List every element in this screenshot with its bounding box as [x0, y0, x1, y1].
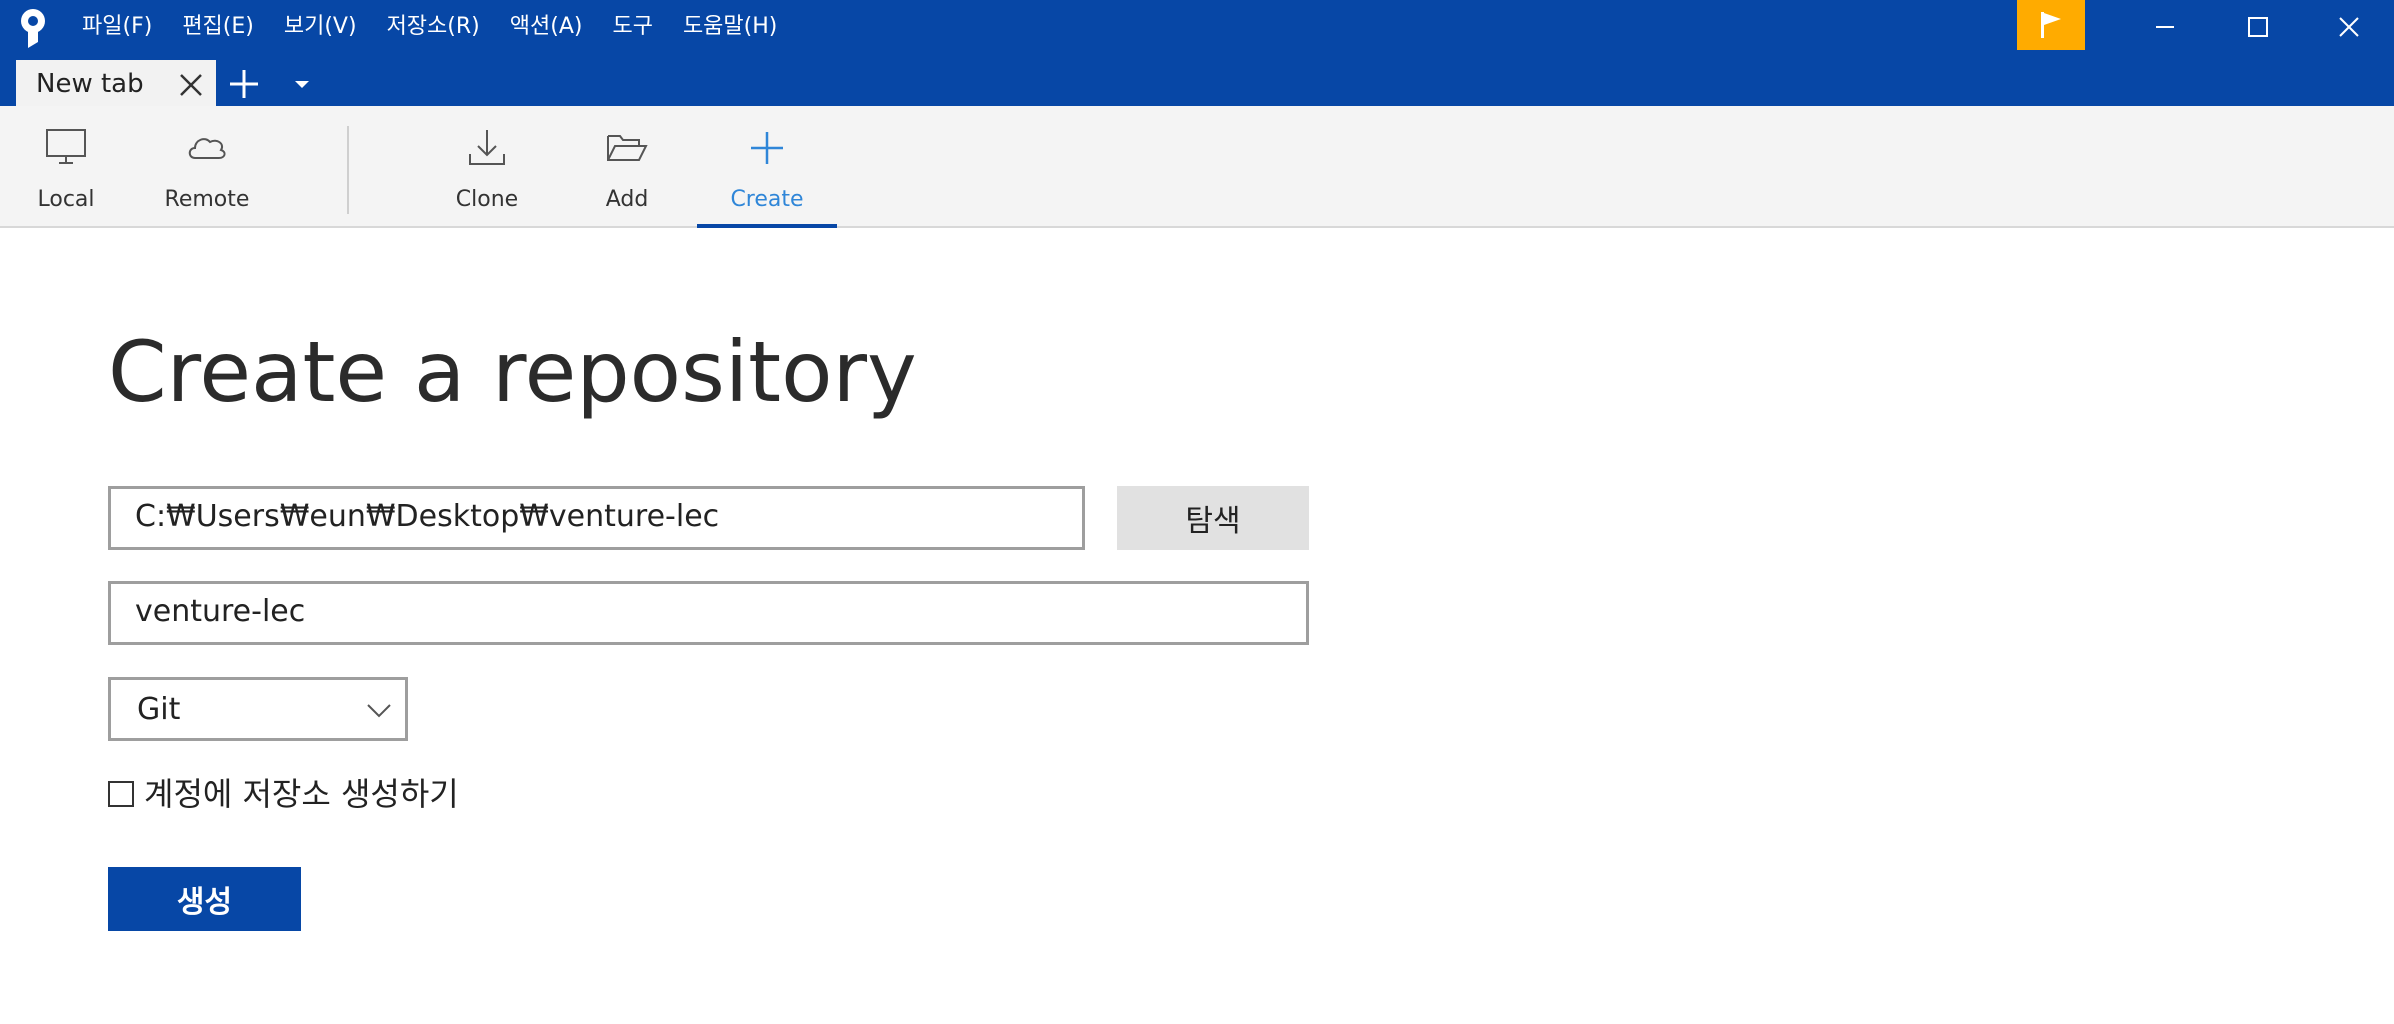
menu-tools[interactable]: 도구	[612, 10, 652, 44]
minimize-icon	[2156, 26, 2174, 28]
tab-close-icon[interactable]	[178, 72, 204, 98]
flag-icon	[2041, 12, 2061, 38]
toolbar-clone-label: Clone	[455, 187, 519, 212]
close-window-button[interactable]	[2304, 0, 2394, 54]
maximize-icon	[2248, 17, 2268, 37]
menu-file[interactable]: 파일(F)	[82, 10, 152, 44]
create-on-account-checkbox[interactable]	[108, 781, 134, 807]
toolbar-create-label: Create	[730, 187, 804, 212]
add-tab-icon[interactable]	[226, 66, 262, 102]
menu-repository[interactable]: 저장소(R)	[387, 10, 480, 44]
maximize-button[interactable]	[2213, 0, 2303, 54]
toolbar-remote-label: Remote	[164, 187, 250, 212]
toolbar-add-button[interactable]: Add	[557, 106, 697, 226]
close-icon	[2339, 17, 2359, 37]
monitor-icon	[46, 129, 86, 164]
tab-dropdown-icon[interactable]	[288, 70, 316, 98]
toolbar-add-label: Add	[605, 187, 649, 212]
notification-flag-button[interactable]	[2017, 0, 2085, 50]
create-button[interactable]: 생성	[108, 867, 301, 931]
menu-actions[interactable]: 액션(A)	[510, 10, 583, 44]
tab-label: New tab	[36, 69, 144, 99]
minimize-button[interactable]	[2120, 0, 2210, 54]
toolbar-clone-button[interactable]: Clone	[417, 106, 557, 226]
toolbar: Local Remote Clone Add Create	[0, 106, 2394, 228]
toolbar-create-button[interactable]: Create	[697, 106, 837, 228]
tab-strip: New tab	[0, 58, 2394, 106]
browse-button[interactable]: 탐색	[1117, 486, 1309, 550]
repository-type-value: Git	[137, 692, 181, 727]
menu-view[interactable]: 보기(V)	[284, 10, 357, 44]
toolbar-remote-button[interactable]: Remote	[137, 106, 277, 226]
active-tab-indicator	[697, 224, 837, 228]
plus-icon	[751, 132, 783, 164]
create-on-account-label: 계정에 저장소 생성하기	[144, 775, 459, 813]
repository-type-select[interactable]: Git	[108, 677, 408, 741]
toolbar-local-button[interactable]: Local	[0, 106, 136, 226]
folder-open-icon	[607, 135, 648, 161]
cloud-icon	[188, 138, 226, 159]
menu-edit[interactable]: 편집(E)	[182, 10, 254, 44]
toolbar-separator	[347, 126, 349, 214]
menu-bar: 파일(F) 편집(E) 보기(V) 저장소(R) 액션(A) 도구 도움말(H)	[82, 10, 807, 44]
title-bar: 파일(F) 편집(E) 보기(V) 저장소(R) 액션(A) 도구 도움말(H)…	[0, 0, 2394, 106]
destination-path-input[interactable]: C:₩Users₩eun₩Desktop₩venture-lec	[108, 486, 1085, 550]
repository-name-input[interactable]: venture-lec	[108, 581, 1309, 645]
tab-new-tab[interactable]: New tab	[16, 60, 216, 106]
page-title: Create a repository	[108, 323, 917, 421]
menu-help[interactable]: 도움말(H)	[683, 10, 777, 44]
download-icon	[469, 130, 505, 165]
sourcetree-logo-icon	[21, 9, 45, 48]
toolbar-local-label: Local	[37, 187, 95, 212]
chevron-down-icon	[367, 704, 391, 718]
